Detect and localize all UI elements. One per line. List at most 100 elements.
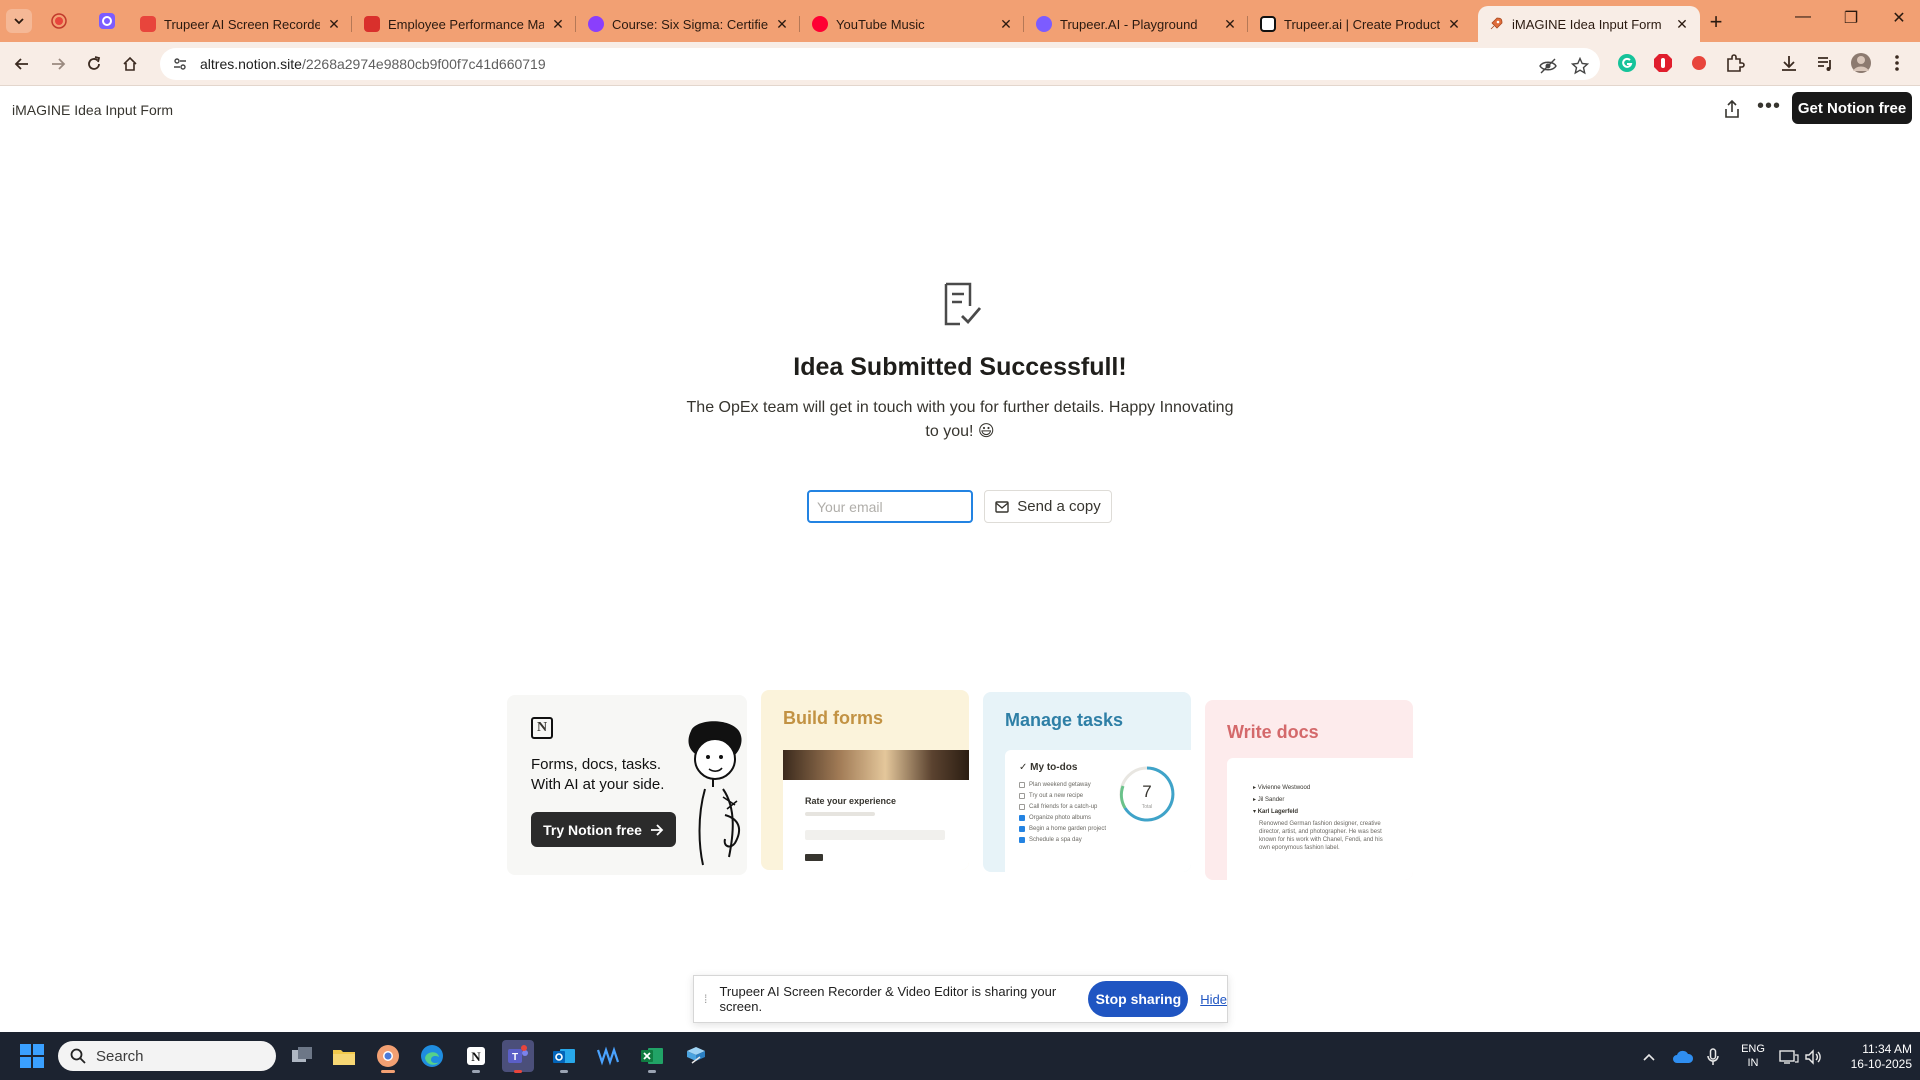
todo-item: Try out a new recipe xyxy=(1019,791,1083,801)
new-tab-button[interactable]: + xyxy=(1704,9,1728,35)
grammarly-extension-icon[interactable] xyxy=(1616,52,1638,74)
tab-close-icon[interactable]: ✕ xyxy=(774,16,790,33)
doc-list-item: ▸ Jil Sander xyxy=(1253,797,1285,803)
extensions-puzzle-icon[interactable] xyxy=(1724,52,1746,74)
page-title: iMAGINE Idea Input Form xyxy=(12,102,174,118)
screen-share-bar: ⁞ Trupeer AI Screen Recorder & Video Edi… xyxy=(693,975,1228,1023)
onedrive-icon[interactable] xyxy=(1672,1046,1694,1068)
tab-imagine-idea-form[interactable]: iMAGINE Idea Input Form ✕ xyxy=(1478,6,1700,42)
excel-icon[interactable] xyxy=(636,1040,668,1073)
tab-close-icon[interactable]: ✕ xyxy=(326,16,342,33)
doc-list-item: ▾ Karl Lagerfeld xyxy=(1253,809,1299,815)
bookmark-star-icon[interactable] xyxy=(1570,56,1590,76)
tab-trupeer-recorder[interactable]: Trupeer AI Screen Recorder & ✕ xyxy=(130,6,352,42)
tab-close-icon[interactable]: ✕ xyxy=(1674,16,1690,33)
close-window-button[interactable]: ✕ xyxy=(1884,8,1914,28)
microphone-icon[interactable] xyxy=(1702,1046,1724,1068)
show-hidden-icons-icon[interactable] xyxy=(1638,1046,1660,1068)
hide-link[interactable]: Hide xyxy=(1200,992,1227,1007)
forward-button[interactable] xyxy=(46,52,70,76)
tab-six-sigma-course[interactable]: Course: Six Sigma: Certified L ✕ xyxy=(578,6,800,42)
notion-app-icon[interactable]: N xyxy=(460,1040,492,1073)
todo-item: Call friends for a catch-up xyxy=(1019,802,1097,812)
edge-icon[interactable] xyxy=(416,1040,448,1072)
reload-button[interactable] xyxy=(82,52,106,76)
doc-preview: ▸ Vivienne Westwood ▸ Jil Sander ▾ Karl … xyxy=(1227,758,1413,880)
outlook-icon[interactable] xyxy=(548,1040,580,1073)
manage-tasks-card: Manage tasks ✓ My to-dos Plan weekend ge… xyxy=(983,692,1191,872)
tab-favicon-icon xyxy=(588,16,604,32)
browser-tab-bar: Trupeer AI Screen Recorder & ✕ Employee … xyxy=(0,0,1920,42)
form-preview-heading: Rate your experience xyxy=(805,796,897,806)
tab-favicon-icon xyxy=(1036,16,1052,32)
volume-icon[interactable] xyxy=(1802,1046,1824,1068)
url-text[interactable]: altres.notion.site/2268a2974e9880cb9f00f… xyxy=(200,56,546,72)
share-status-text: Trupeer AI Screen Recorder & Video Edito… xyxy=(719,984,1057,1014)
tab-search-button[interactable] xyxy=(6,9,32,33)
search-icon xyxy=(70,1048,86,1064)
email-input[interactable] xyxy=(807,490,973,523)
home-button[interactable] xyxy=(118,52,142,76)
share-icon[interactable] xyxy=(1720,97,1744,121)
downloads-icon[interactable] xyxy=(1778,52,1800,74)
site-info-icon[interactable] xyxy=(172,56,188,72)
stop-sharing-button[interactable]: Stop sharing xyxy=(1088,981,1189,1017)
screen-recorder-extension-icon[interactable] xyxy=(1688,52,1710,74)
build-forms-card: Build forms Rate your experience xyxy=(761,690,969,870)
windows-start-icon[interactable] xyxy=(20,1044,44,1068)
url-path: /2268a2974e9880cb9f00f7c41d660719 xyxy=(301,56,546,72)
clock-date: 16-10-2025 xyxy=(1850,1057,1912,1071)
write-docs-title: Write docs xyxy=(1227,722,1319,742)
tab-close-icon[interactable]: ✕ xyxy=(1446,16,1462,33)
snipping-tool-icon[interactable] xyxy=(680,1040,712,1072)
clock-time: 11:34 AM xyxy=(1862,1042,1912,1056)
tab-employee-performance[interactable]: Employee Performance Man ✕ xyxy=(354,6,576,42)
network-icon[interactable] xyxy=(1778,1046,1800,1068)
tab-close-icon[interactable]: ✕ xyxy=(998,16,1014,33)
tab-trupeer-playground[interactable]: Trupeer.AI - Playground ✕ xyxy=(1026,6,1248,42)
tab-close-icon[interactable]: ✕ xyxy=(550,16,566,33)
media-controls-icon[interactable] xyxy=(1814,52,1836,74)
restore-button[interactable]: ❐ xyxy=(1836,8,1866,28)
back-button[interactable] xyxy=(10,52,34,76)
form-cover-image xyxy=(783,750,969,780)
todo-preview: ✓ My to-dos Plan weekend getaway Try out… xyxy=(1005,750,1191,872)
get-notion-free-button[interactable]: Get Notion free xyxy=(1792,92,1912,124)
arrow-right-icon xyxy=(650,823,664,836)
chevron-down-icon xyxy=(14,18,24,25)
system-clock[interactable]: 11:34 AM 16-10-2025 xyxy=(1830,1042,1912,1072)
file-explorer-icon[interactable] xyxy=(328,1040,360,1072)
pinned-tab-trupeer[interactable] xyxy=(96,10,118,32)
tasks-total-ring: 7 Total xyxy=(1119,766,1175,822)
profile-avatar[interactable] xyxy=(1850,52,1872,74)
tab-trupeer-create-product[interactable]: Trupeer.ai | Create Product V ✕ xyxy=(1250,6,1472,42)
taskbar-search[interactable]: Search xyxy=(58,1041,276,1071)
browser-menu-icon[interactable] xyxy=(1886,52,1908,74)
tab-favicon-icon xyxy=(1260,16,1276,32)
manage-tasks-title: Manage tasks xyxy=(1005,710,1124,730)
tab-title: iMAGINE Idea Input Form xyxy=(1512,16,1662,32)
adblock-extension-icon[interactable] xyxy=(1652,52,1674,74)
task-view-icon[interactable] xyxy=(286,1040,318,1072)
trupeer-icon xyxy=(99,13,115,29)
address-bar[interactable]: altres.notion.site/2268a2974e9880cb9f00f… xyxy=(160,48,1600,80)
minimize-button[interactable]: — xyxy=(1788,8,1818,26)
person-illustration-icon xyxy=(688,721,742,866)
tab-title: YouTube Music xyxy=(836,16,925,32)
tab-close-icon[interactable]: ✕ xyxy=(1222,16,1238,33)
tab-youtube-music[interactable]: YouTube Music ✕ xyxy=(802,6,1024,42)
drag-handle-icon[interactable]: ⁞ xyxy=(704,992,711,1006)
more-options-icon[interactable]: ••• xyxy=(1756,95,1782,119)
svg-text:N: N xyxy=(471,1049,481,1064)
language-code: ENG xyxy=(1741,1043,1765,1055)
promo-tagline: Forms, docs, tasks. With AI at your side… xyxy=(531,755,681,795)
waves-app-icon[interactable] xyxy=(592,1040,624,1072)
form-submitted-icon xyxy=(940,280,984,328)
send-copy-button[interactable]: Send a copy xyxy=(984,490,1112,523)
chrome-icon[interactable] xyxy=(372,1040,404,1073)
try-notion-free-button[interactable]: Try Notion free xyxy=(531,812,676,847)
pinned-tab-recorder[interactable] xyxy=(48,10,70,32)
teams-icon[interactable]: T xyxy=(502,1040,534,1073)
input-language-indicator[interactable]: ENG IN xyxy=(1738,1042,1768,1070)
tracking-protection-icon[interactable] xyxy=(1538,56,1558,76)
